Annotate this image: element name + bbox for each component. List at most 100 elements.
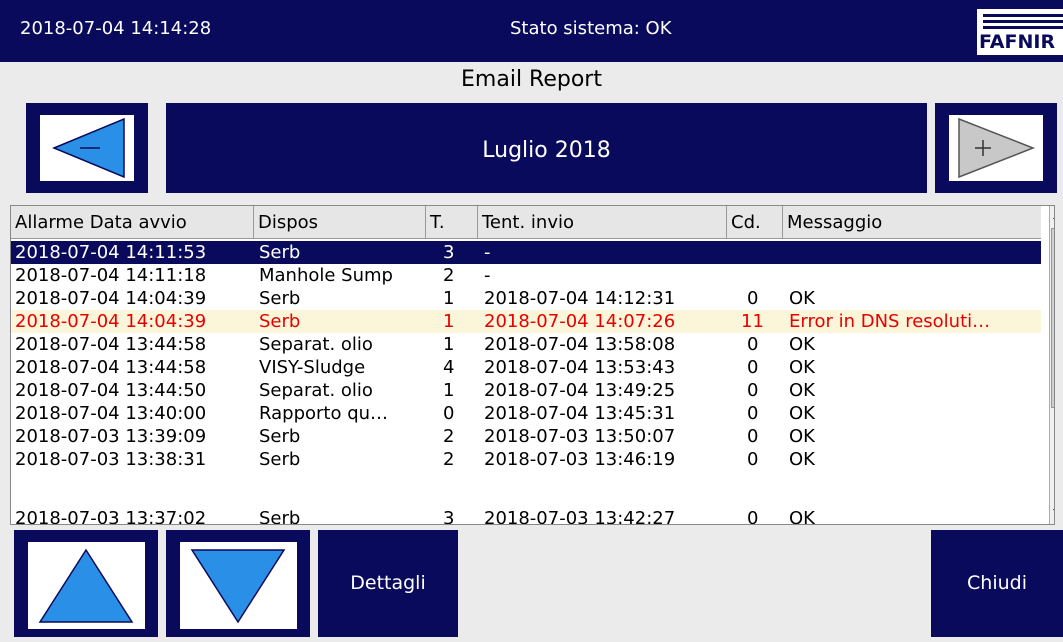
cell-t: 1: [443, 380, 455, 401]
table-row[interactable]: 2018-07-04 14:04:39 Serb 1 2018-07-04 14…: [11, 287, 1041, 310]
cell-message: OK: [789, 288, 815, 309]
table-row[interactable]: 2018-07-04 13:40:00 Rapporto qu… 0 2018-…: [11, 402, 1041, 425]
column-header-t[interactable]: T.: [426, 206, 478, 238]
cell-sent: -: [484, 265, 491, 286]
table-row[interactable]: 2018-07-04 14:11:18 Manhole Sump 2 -: [11, 264, 1041, 287]
cell-start: 2018-07-04 13:44:58: [15, 334, 207, 355]
column-header-message[interactable]: Messaggio: [783, 206, 1041, 238]
cell-start: 2018-07-03 13:38:31: [15, 449, 207, 470]
cell-start: 2018-07-04 13:44:50: [15, 380, 207, 401]
cell-start: 2018-07-03 13:37:02: [15, 508, 207, 525]
cell-device: Manhole Sump: [259, 265, 393, 286]
cell-sent: 2018-07-03 13:50:07: [484, 426, 676, 447]
cell-cd: 0: [747, 426, 759, 447]
table-row[interactable]: 2018-07-04 13:44:58 Separat. olio 1 2018…: [11, 333, 1041, 356]
cell-start: 2018-07-04 13:44:58: [15, 357, 207, 378]
logo-text: FAFNIR: [979, 31, 1056, 53]
cell-sent: 2018-07-04 14:07:26: [484, 311, 676, 332]
cell-t: 4: [443, 357, 455, 378]
cell-sent: 2018-07-04 13:58:08: [484, 334, 676, 355]
scroll-down-button[interactable]: [166, 530, 310, 637]
cell-message: OK: [789, 357, 815, 378]
table-row[interactable]: 2018-07-04 13:44:58 VISY-Sludge 4 2018-0…: [11, 356, 1041, 379]
table-row[interactable]: 2018-07-03 13:38:31 Serb 2 2018-07-03 13…: [11, 448, 1041, 471]
month-label: Luglio 2018: [166, 103, 927, 193]
cell-message: OK: [789, 508, 815, 525]
table-row[interactable]: 2018-07-04 14:11:53 Serb 3 -: [11, 241, 1041, 264]
cell-cd: 0: [747, 403, 759, 424]
cell-cd: 0: [747, 288, 759, 309]
column-header-start[interactable]: Allarme Data avvio: [11, 206, 254, 238]
cell-start: 2018-07-04 14:04:39: [15, 288, 207, 309]
cell-device: Serb: [259, 242, 301, 263]
datetime: 2018-07-04 14:14:28: [20, 18, 212, 39]
cell-cd: 0: [747, 334, 759, 355]
table-row[interactable]: 2018-07-03 13:39:09 Serb 2 2018-07-03 13…: [11, 425, 1041, 448]
cell-message: OK: [789, 449, 815, 470]
cell-t: 1: [443, 311, 455, 332]
close-button[interactable]: Chiudi: [931, 530, 1063, 637]
cell-message: OK: [789, 380, 815, 401]
cell-t: 3: [443, 508, 455, 525]
column-header-sent[interactable]: Tent. invio: [478, 206, 727, 238]
cell-cd: 0: [747, 380, 759, 401]
cell-start: 2018-07-04 14:04:39: [15, 311, 207, 332]
cell-message: Error in DNS resoluti…: [789, 311, 991, 332]
cell-device: Serb: [259, 426, 301, 447]
cell-sent: 2018-07-03 13:46:19: [484, 449, 676, 470]
table-row[interactable]: 2018-07-03 13:37:02 Serb 3 2018-07-03 13…: [11, 507, 1041, 525]
table-header: Allarme Data avvio Dispos T. Tent. invio…: [11, 206, 1041, 239]
scrollbar-thumb[interactable]: [1051, 228, 1054, 408]
cell-t: 0: [443, 403, 455, 424]
table-scrollbar[interactable]: [1049, 206, 1055, 524]
arrow-down-icon: [190, 549, 286, 624]
cell-sent: 2018-07-04 13:45:31: [484, 403, 676, 424]
arrow-up-icon: [38, 548, 134, 623]
cell-sent: -: [484, 242, 491, 263]
cell-t: 1: [443, 288, 455, 309]
cell-device: Serb: [259, 508, 301, 525]
cell-sent: 2018-07-04 13:53:43: [484, 357, 676, 378]
next-month-button[interactable]: [935, 103, 1057, 193]
cell-start: 2018-07-03 13:39:09: [15, 426, 207, 447]
cell-message: OK: [789, 334, 815, 355]
cell-cd: 0: [747, 508, 759, 525]
cell-cd: 11: [741, 311, 764, 332]
cell-start: 2018-07-04 14:11:18: [15, 265, 207, 286]
cell-device: Separat. olio: [259, 380, 373, 401]
cell-device: Serb: [259, 449, 301, 470]
arrow-left-minus-icon: [52, 117, 125, 179]
cell-t: 2: [443, 265, 455, 286]
cell-cd: 0: [747, 357, 759, 378]
email-report-table[interactable]: Allarme Data avvio Dispos T. Tent. invio…: [10, 205, 1055, 525]
scroll-down-icon[interactable]: [1050, 502, 1055, 522]
cell-t: 3: [443, 242, 455, 263]
scroll-up-icon[interactable]: [1050, 206, 1055, 226]
cell-start: 2018-07-04 13:40:00: [15, 403, 207, 424]
cell-device: VISY-Sludge: [259, 357, 366, 378]
column-header-device[interactable]: Dispos: [254, 206, 426, 238]
cell-message: OK: [789, 403, 815, 424]
prev-month-button[interactable]: [26, 103, 148, 193]
scroll-up-button[interactable]: [14, 530, 158, 637]
table-row[interactable]: 2018-07-04 13:44:50 Separat. olio 1 2018…: [11, 379, 1041, 402]
cell-device: Serb: [259, 311, 301, 332]
cell-t: 2: [443, 426, 455, 447]
cell-device: Separat. olio: [259, 334, 373, 355]
fafnir-logo: FAFNIR: [977, 9, 1063, 55]
system-status: Stato sistema: OK: [510, 18, 672, 39]
top-bar: 2018-07-04 14:14:28 Stato sistema: OK FA…: [0, 0, 1063, 62]
cell-t: 1: [443, 334, 455, 355]
cell-start: 2018-07-04 14:11:53: [15, 242, 207, 263]
details-button[interactable]: Dettagli: [318, 530, 458, 637]
cell-t: 2: [443, 449, 455, 470]
cell-cd: 0: [747, 449, 759, 470]
cell-message: OK: [789, 426, 815, 447]
cell-sent: 2018-07-04 13:49:25: [484, 380, 676, 401]
cell-sent: 2018-07-04 14:12:31: [484, 288, 676, 309]
column-header-cd[interactable]: Cd.: [727, 206, 783, 238]
page-title: Email Report: [461, 67, 602, 92]
table-row-error[interactable]: 2018-07-04 14:04:39 Serb 1 2018-07-04 14…: [11, 310, 1041, 333]
cell-device: Serb: [259, 288, 301, 309]
cell-sent: 2018-07-03 13:42:27: [484, 508, 676, 525]
